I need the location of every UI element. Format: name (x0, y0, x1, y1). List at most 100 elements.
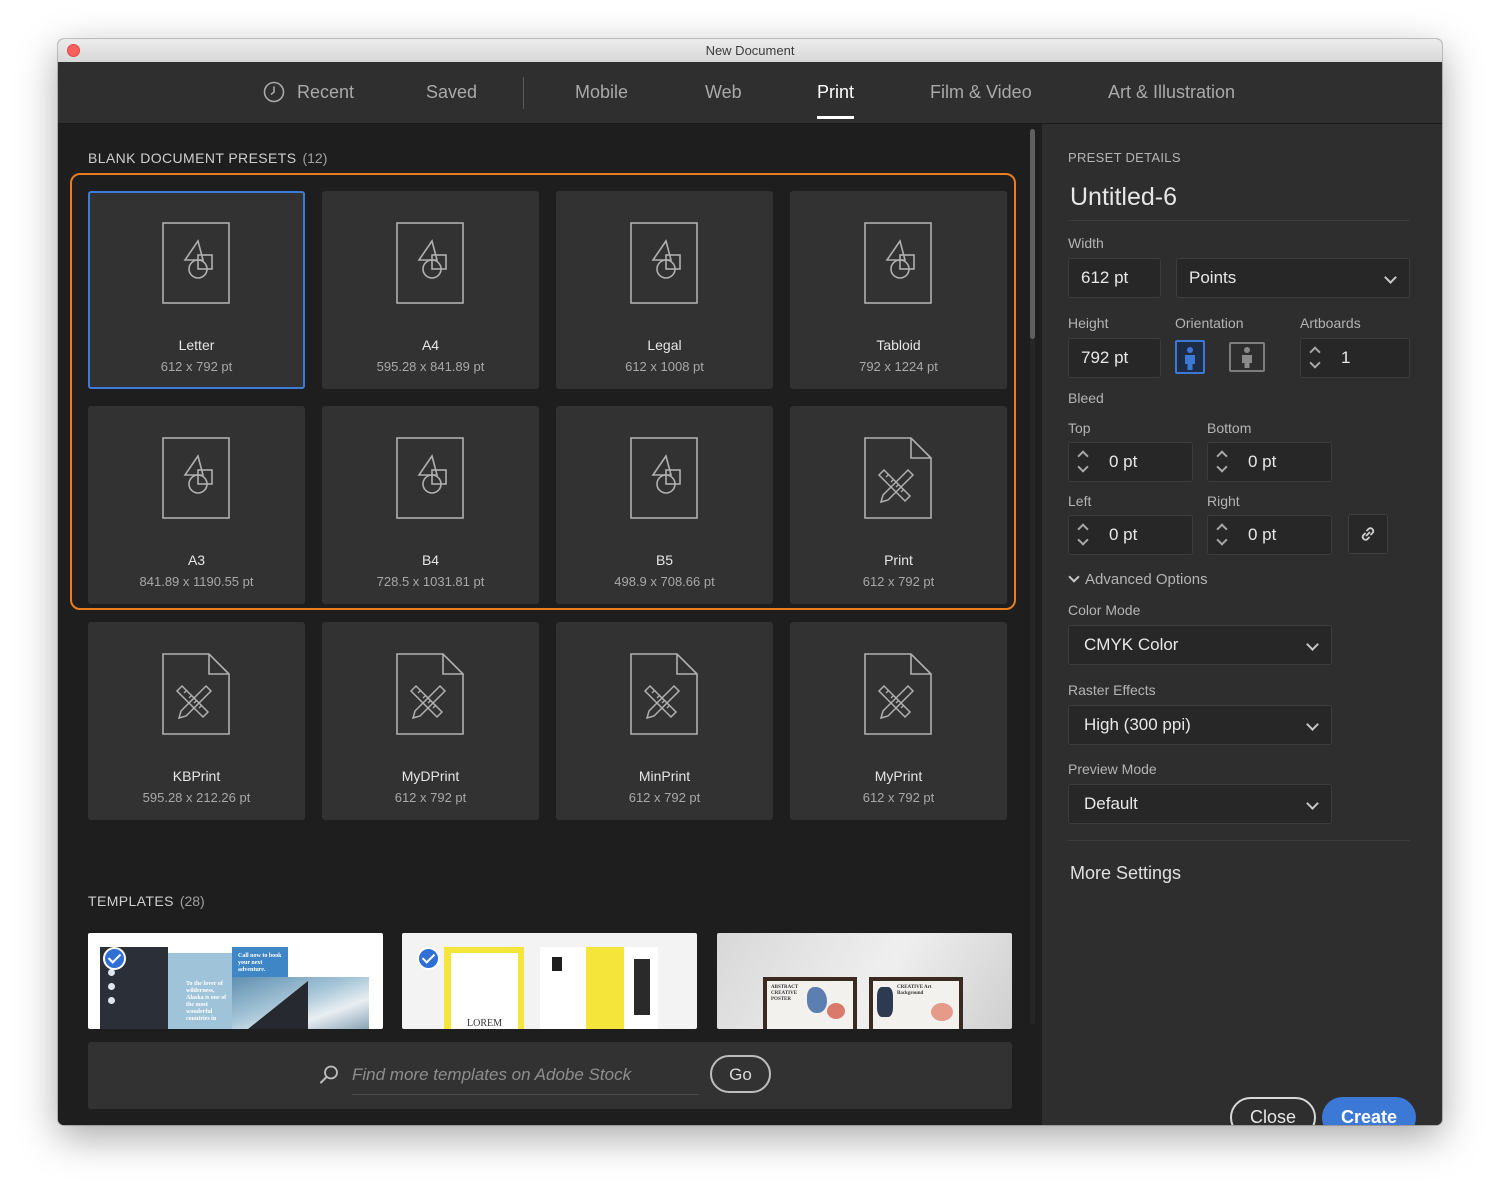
preset-card-b4[interactable]: B4 728.5 x 1031.81 pt (322, 406, 539, 604)
template-thumbnail-alaska[interactable]: To the lover of wilderness, Alaska is on… (88, 933, 383, 1029)
pencil-ruler-doc-icon (864, 437, 932, 519)
bleed-left-value: 0 pt (1109, 525, 1138, 544)
bleed-top-stepper[interactable]: 0 pt (1068, 442, 1193, 482)
height-label: Height (1068, 315, 1109, 331)
chevron-down-icon (1068, 571, 1080, 583)
template-thumbnail-poster[interactable]: ABSTRACT CREATIVE POSTER CREATIVE Art Ba… (717, 933, 1012, 1029)
stepper-arrows-icon[interactable] (1077, 522, 1091, 548)
bleed-right-stepper[interactable]: 0 pt (1207, 515, 1332, 555)
preset-name: MyDPrint (401, 768, 460, 784)
units-dropdown[interactable]: Points (1176, 258, 1410, 298)
preset-card-a4[interactable]: A4 595.28 x 841.89 pt (322, 191, 539, 389)
tab-divider (523, 77, 524, 109)
template-shape (248, 981, 308, 1029)
preset-name: Legal (647, 337, 682, 353)
portrait-orientation-button[interactable] (1175, 340, 1205, 374)
name-underline (1068, 220, 1410, 221)
preset-card-letter[interactable]: Letter 612 x 792 pt (88, 191, 305, 389)
stepper-arrows-icon[interactable] (1077, 449, 1091, 475)
template-text: ABSTRACT CREATIVE POSTER (771, 985, 799, 1002)
landscape-orientation-button[interactable] (1229, 342, 1265, 372)
advanced-options-toggle[interactable]: Advanced Options (1068, 571, 1208, 588)
portrait-icon (1185, 347, 1195, 370)
width-label: Width (1068, 235, 1104, 251)
preset-size: 841.89 x 1190.55 pt (139, 574, 254, 589)
preview-mode-dropdown[interactable]: Default (1068, 784, 1332, 824)
document-name-input[interactable]: Untitled-6 (1070, 183, 1177, 212)
shapes-doc-icon (396, 222, 464, 304)
checkmark-icon (103, 947, 126, 970)
template-page (540, 947, 586, 1029)
preset-card-mydprint[interactable]: MyDPrint 612 x 792 pt (322, 622, 539, 820)
stepper-arrows-icon[interactable] (1309, 345, 1323, 371)
template-shape (931, 1003, 953, 1021)
tab-art-illustration[interactable]: Art & Illustration (1108, 62, 1235, 123)
bleed-bottom-stepper[interactable]: 0 pt (1207, 442, 1332, 482)
go-button[interactable]: Go (710, 1055, 771, 1093)
preset-card-tabloid[interactable]: Tabloid 792 x 1224 pt (790, 191, 1007, 389)
template-shape (552, 957, 562, 971)
preset-size: 612 x 1008 pt (625, 359, 704, 374)
preset-name: A3 (187, 552, 206, 568)
tab-saved[interactable]: Saved (426, 62, 477, 123)
preset-card-print[interactable]: Print 612 x 792 pt (790, 406, 1007, 604)
preset-name: MyPrint (874, 768, 923, 784)
chevron-down-icon (1306, 718, 1319, 731)
link-icon (1361, 527, 1375, 541)
tab-mobile[interactable]: Mobile (575, 62, 628, 123)
pencil-ruler-doc-icon (396, 653, 464, 735)
raster-effects-label: Raster Effects (1068, 682, 1156, 698)
templates-count: (28) (179, 893, 205, 909)
preset-card-myprint[interactable]: MyPrint 612 x 792 pt (790, 622, 1007, 820)
tab-web[interactable]: Web (705, 62, 742, 123)
width-input[interactable]: 612 pt (1068, 258, 1161, 298)
preset-card-kbprint[interactable]: KBPrint 595.28 x 212.26 pt (88, 622, 305, 820)
preview-mode-label: Preview Mode (1068, 761, 1157, 777)
height-input[interactable]: 792 pt (1068, 338, 1161, 378)
raster-effects-dropdown[interactable]: High (300 ppi) (1068, 705, 1332, 745)
tab-film-video[interactable]: Film & Video (930, 62, 1032, 123)
template-frame: CREATIVE Art Background (869, 977, 963, 1029)
template-thumbnail-lorem[interactable]: LOREM (402, 933, 697, 1029)
close-button[interactable]: Close (1230, 1097, 1316, 1125)
title-bar: New Document (58, 39, 1442, 63)
preset-card-legal[interactable]: Legal 612 x 1008 pt (556, 191, 773, 389)
preset-name: Tabloid (876, 337, 921, 353)
close-window-button[interactable] (67, 44, 80, 57)
stepper-arrows-icon[interactable] (1216, 449, 1230, 475)
color-mode-dropdown[interactable]: CMYK Color (1068, 625, 1332, 665)
bleed-top-value: 0 pt (1109, 452, 1138, 471)
tab-print[interactable]: Print (817, 62, 855, 123)
more-settings-button[interactable]: More Settings (1070, 863, 1181, 884)
category-tabs: Recent Saved Mobile Web Print Film & Vid… (58, 62, 1442, 124)
preset-card-a3[interactable]: A3 841.89 x 1190.55 pt (88, 406, 305, 604)
artboards-label: Artboards (1300, 315, 1361, 331)
presets-title: BLANK DOCUMENT PRESETS (88, 150, 297, 166)
bleed-right-label: Right (1207, 493, 1240, 509)
chevron-down-icon (1306, 797, 1319, 810)
preset-card-b5[interactable]: B5 498.9 x 708.66 pt (556, 406, 773, 604)
preset-details-panel: PRESET DETAILS Untitled-6 Width 612 pt P… (1042, 124, 1442, 1125)
search-icon (320, 1065, 338, 1084)
presets-heading: BLANK DOCUMENT PRESETS (12) (88, 150, 327, 166)
preset-size: 595.28 x 212.26 pt (142, 790, 251, 805)
preset-card-minprint[interactable]: MinPrint 612 x 792 pt (556, 622, 773, 820)
template-shape (807, 987, 827, 1013)
template-frame: ABSTRACT CREATIVE POSTER (763, 977, 857, 1029)
tab-recent[interactable]: Recent (297, 62, 354, 123)
preset-size: 728.5 x 1031.81 pt (376, 574, 485, 589)
stepper-arrows-icon[interactable] (1216, 522, 1230, 548)
orientation-label: Orientation (1175, 315, 1244, 331)
shapes-doc-icon (162, 222, 230, 304)
template-text: LOREM (467, 1018, 502, 1029)
preset-size: 612 x 792 pt (862, 574, 935, 589)
stock-search-input[interactable] (352, 1056, 699, 1095)
artboards-stepper[interactable]: 1 (1300, 338, 1410, 378)
preset-name: KBPrint (172, 768, 221, 784)
scrollbar-thumb[interactable] (1030, 129, 1035, 339)
link-bleed-button[interactable] (1348, 514, 1388, 554)
template-page: LOREM (451, 953, 518, 1029)
create-button[interactable]: Create (1322, 1097, 1416, 1125)
bleed-left-stepper[interactable]: 0 pt (1068, 515, 1193, 555)
chevron-down-icon (1384, 271, 1397, 284)
